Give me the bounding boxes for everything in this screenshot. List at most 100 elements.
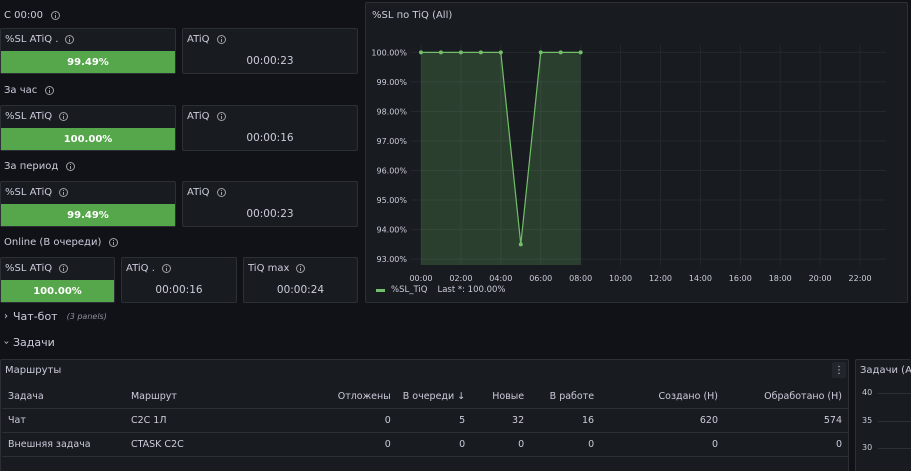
sort-desc-icon: ↓: [457, 391, 466, 403]
stat-title: %SL ATiQ: [5, 187, 53, 198]
cell-in-work: 16: [530, 408, 601, 433]
info-icon[interactable]: [59, 112, 69, 121]
stat-panel-tiq-max-online[interactable]: TiQ max 00:00:24: [243, 257, 358, 303]
x-tick-label: 00:00: [409, 274, 432, 283]
stat-title: ATiQ: [187, 111, 210, 122]
y-tick-label: 98.00%: [376, 107, 407, 116]
info-icon[interactable]: [50, 11, 60, 20]
info-icon[interactable]: [216, 188, 226, 197]
column-header[interactable]: Маршрут: [124, 386, 281, 409]
stat-title: ATiQ: [187, 34, 210, 45]
data-point: [578, 50, 583, 55]
legend-swatch: [376, 288, 385, 292]
series-area-fill: [421, 52, 581, 266]
stat-value: 00:00:16: [246, 132, 294, 144]
table-header-row: Задача Маршрут Отложены В очереди ↓ Новы…: [2, 386, 848, 409]
cell-route: CTASK C2C: [124, 432, 281, 457]
table-panel-routes[interactable]: Маршруты ⋮ Задача Маршрут Отложены В оче…: [0, 359, 849, 471]
chart-y-axis: 100.00% 99.00% 98.00% 97.00% 96.00% 95.00% 94.…: [371, 48, 407, 264]
column-header[interactable]: Обработано (Н): [724, 386, 848, 409]
row-panel-count: (3 panels): [66, 312, 107, 321]
chevron-right-icon: ›: [4, 311, 8, 322]
info-icon[interactable]: [66, 162, 76, 171]
row-tasks[interactable]: › Задачи: [0, 336, 55, 349]
y-tick-label: 30: [862, 443, 873, 452]
column-header[interactable]: В работе: [530, 386, 601, 409]
stat-value: 00:00:24: [276, 284, 325, 296]
info-icon[interactable]: [216, 112, 226, 121]
column-header[interactable]: Новые: [471, 386, 531, 409]
section-label-period: За период: [4, 161, 76, 172]
stat-panel-atiq-last-hour[interactable]: ATiQ 00:00:16: [182, 105, 358, 151]
info-icon[interactable]: [216, 35, 226, 44]
chart-canvas: 100.00% 99.00% 98.00% 97.00% 96.00% 95.00% 94.…: [371, 45, 886, 283]
section-label-last-hour: За час: [4, 85, 55, 96]
stat-value: 100.00%: [1, 128, 175, 150]
cell-new: 0: [471, 432, 531, 457]
column-header[interactable]: Задача: [2, 386, 125, 409]
data-point: [458, 50, 463, 55]
panel-menu-icon[interactable]: ⋮: [832, 362, 846, 378]
column-header[interactable]: Отложены: [280, 386, 397, 409]
x-tick-label: 22:00: [849, 274, 872, 283]
x-tick-label: 04:00: [489, 274, 512, 283]
info-icon[interactable]: [296, 264, 306, 273]
stat-panel-atiq-online[interactable]: ATiQ . 00:00:16: [121, 257, 237, 303]
y-tick-label: 97.00%: [376, 137, 407, 146]
stat-panel-atiq-since-midnight[interactable]: ATiQ 00:00:23: [182, 28, 358, 74]
y-tick-label: 99.00%: [376, 78, 407, 87]
column-header-sorted[interactable]: В очереди ↓: [396, 386, 472, 409]
info-icon[interactable]: [59, 188, 69, 197]
stat-panel-sl-last-hour[interactable]: %SL ATiQ 100.00%: [0, 105, 176, 151]
cell-in-work: 0: [530, 432, 601, 457]
info-icon[interactable]: [59, 264, 69, 273]
info-icon[interactable]: [45, 86, 55, 95]
data-point: [498, 50, 503, 55]
data-point: [438, 50, 443, 55]
x-tick-label: 18:00: [769, 274, 792, 283]
cell-postponed: 0: [280, 432, 397, 457]
chart-panel-sl-by-tiq[interactable]: %SL по TiQ (All) 100.00% 99.00% 98.00% 97.0…: [365, 2, 908, 303]
row-title: Чат-бот: [13, 310, 58, 323]
y-tick-label: 93.00%: [376, 255, 407, 264]
chart-series-area: [418, 50, 583, 266]
stat-title: ATiQ .: [126, 263, 155, 274]
table-row: Внешняя задача CTASK C2C 0 0 0 0 0 0: [2, 432, 848, 457]
x-tick-label: 12:00: [649, 274, 672, 283]
row-chatbot[interactable]: › Чат-бот (3 panels): [4, 310, 107, 323]
stat-panel-atiq-period[interactable]: ATiQ 00:00:23: [182, 181, 358, 227]
data-point: [538, 50, 543, 55]
grid-line: [878, 421, 911, 422]
x-tick-label: 20:00: [809, 274, 832, 283]
cell-in-queue: 0: [396, 432, 472, 457]
row-title: Задачи: [13, 336, 55, 349]
info-icon[interactable]: [109, 238, 119, 247]
x-tick-label: 14:00: [689, 274, 712, 283]
table-row: Чат C2C 1Л 0 5 32 16 620 574: [2, 408, 848, 433]
y-tick-label: 95.00%: [376, 196, 407, 205]
data-point: [558, 50, 563, 55]
chevron-down-icon: ›: [0, 340, 12, 345]
cell-processed: 574: [724, 408, 848, 433]
table-title: Маршруты: [5, 365, 62, 376]
stat-panel-sl-online[interactable]: %SL ATiQ 100.00%: [0, 257, 115, 303]
y-tick-label: 40: [862, 388, 873, 397]
stat-value: 100.00%: [1, 280, 114, 302]
cell-new: 32: [471, 408, 531, 433]
stat-value: 00:00:23: [246, 55, 294, 67]
chart-panel-tasks[interactable]: Задачи (All 40 35 30: [855, 359, 911, 471]
info-icon[interactable]: [161, 264, 171, 273]
legend-last-value: Last *: 100.00%: [437, 285, 506, 295]
column-header[interactable]: Создано (Н): [600, 386, 725, 409]
x-tick-label: 06:00: [529, 274, 552, 283]
cell-route: C2C 1Л: [124, 408, 281, 433]
section-title: За час: [4, 85, 38, 96]
info-icon[interactable]: [65, 35, 75, 44]
y-tick-label: 94.00%: [376, 226, 407, 235]
stat-panel-sl-period[interactable]: %SL ATiQ 99.49%: [0, 181, 176, 227]
legend-series-name: %SL_TiQ: [391, 285, 428, 295]
stat-panel-sl-since-midnight[interactable]: %SL ATiQ . 99.49%: [0, 28, 176, 74]
chart-legend[interactable]: %SL_TiQ Last *: 100.00%: [376, 285, 506, 295]
grid-line: [878, 448, 911, 449]
cell-in-queue: 5: [396, 408, 472, 433]
